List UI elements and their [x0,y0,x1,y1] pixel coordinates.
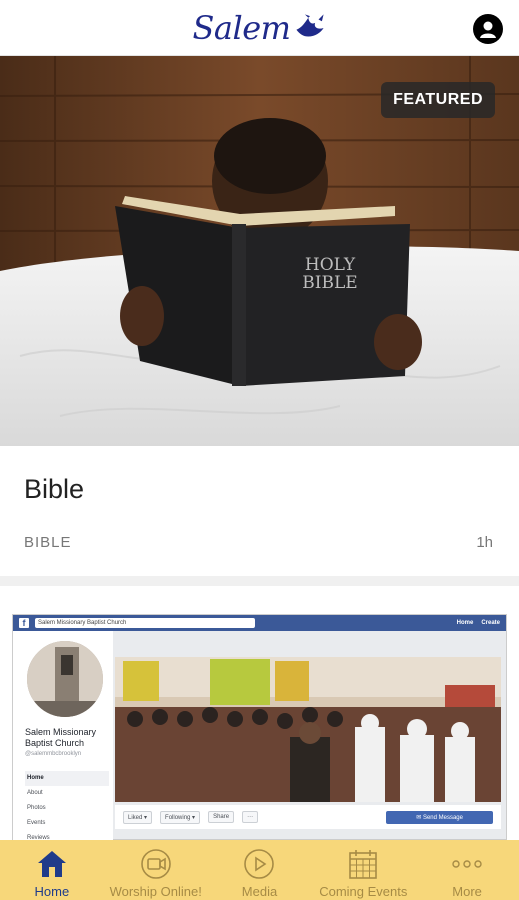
user-avatar-icon [480,21,496,38]
facebook-screenshot: f Salem Missionary Baptist Church Home C… [12,614,507,840]
fb-following-button: Following ▾ [160,810,201,824]
tab-media[interactable]: Media [208,840,312,900]
card-title[interactable]: Bible [24,474,84,505]
fb-page-handle: @salemmbcbrooklyn [25,751,82,757]
fb-cover-photo [115,657,501,802]
fb-liked-button: Liked ▾ [123,810,153,824]
app-screen: Salem HOLY BIBLE FEATURED Bible BIBLE 1h… [0,0,519,900]
facebook-logo-icon: f [19,618,29,628]
fb-menu-about: About [27,790,43,796]
more-dots-icon [452,860,482,868]
tab-home[interactable]: Home [0,840,104,900]
tab-coming-events-label: Coming Events [319,884,408,899]
fb-nav-home: Home [456,620,474,626]
fb-left-column: Salem Missionary Baptist Church @salemmb… [13,631,113,840]
home-icon [37,851,66,877]
logo-text: Salem [192,8,291,47]
bible-cover-line1: HOLY [305,255,356,275]
church-avatar [25,639,105,719]
fb-share-button: Share [208,811,235,823]
tab-home-label: Home [34,884,70,899]
tab-more[interactable]: More [415,840,519,900]
fb-top-bar: f Salem Missionary Baptist Church Home C… [13,615,506,631]
fb-menu-home: Home [25,771,109,786]
play-icon [244,849,275,879]
tab-worship-online-label: Worship Online! [109,884,202,899]
fb-action-bar: Liked ▾ Following ▾ Share ··· ✉ Send Mes… [115,805,501,829]
fb-menu-events: Events [27,820,46,826]
fb-menu-photos: Photos [27,805,46,811]
bottom-tab-bar: Home Worship Online! Media Coming Events… [0,840,519,900]
fb-more-button: ··· [242,811,259,823]
card-category: BIBLE [24,534,72,551]
fb-page-menu: Home About Photos Events Reviews [25,771,109,840]
facebook-post-card[interactable]: f Salem Missionary Baptist Church Home C… [0,586,519,840]
featured-badge: FEATURED [381,82,495,118]
featured-card[interactable]: HOLY BIBLE FEATURED Bible BIBLE 1h [0,56,519,576]
fb-nav-create: Create [481,620,500,626]
tab-more-label: More [452,884,482,899]
fb-page-name: Salem Missionary Baptist Church [25,727,97,748]
video-camera-icon [140,849,171,879]
card-timestamp: 1h [476,534,493,551]
hero-image: HOLY BIBLE FEATURED [0,56,519,446]
app-header: Salem [0,0,519,56]
fb-nav: Home Create [457,620,500,626]
fb-send-message-button: ✉ Send Message [386,810,493,824]
calendar-icon [349,850,378,879]
profile-button[interactable] [473,14,503,44]
tab-coming-events[interactable]: Coming Events [311,840,415,900]
tab-media-label: Media [241,884,278,899]
fb-menu-reviews: Reviews [27,835,50,840]
tab-worship-online[interactable]: Worship Online! [104,840,208,900]
bible-cover-line2: BIBLE [302,273,357,293]
fb-search-box: Salem Missionary Baptist Church [35,618,255,628]
dove-icon [295,13,324,36]
salem-logo[interactable]: Salem [192,9,326,47]
